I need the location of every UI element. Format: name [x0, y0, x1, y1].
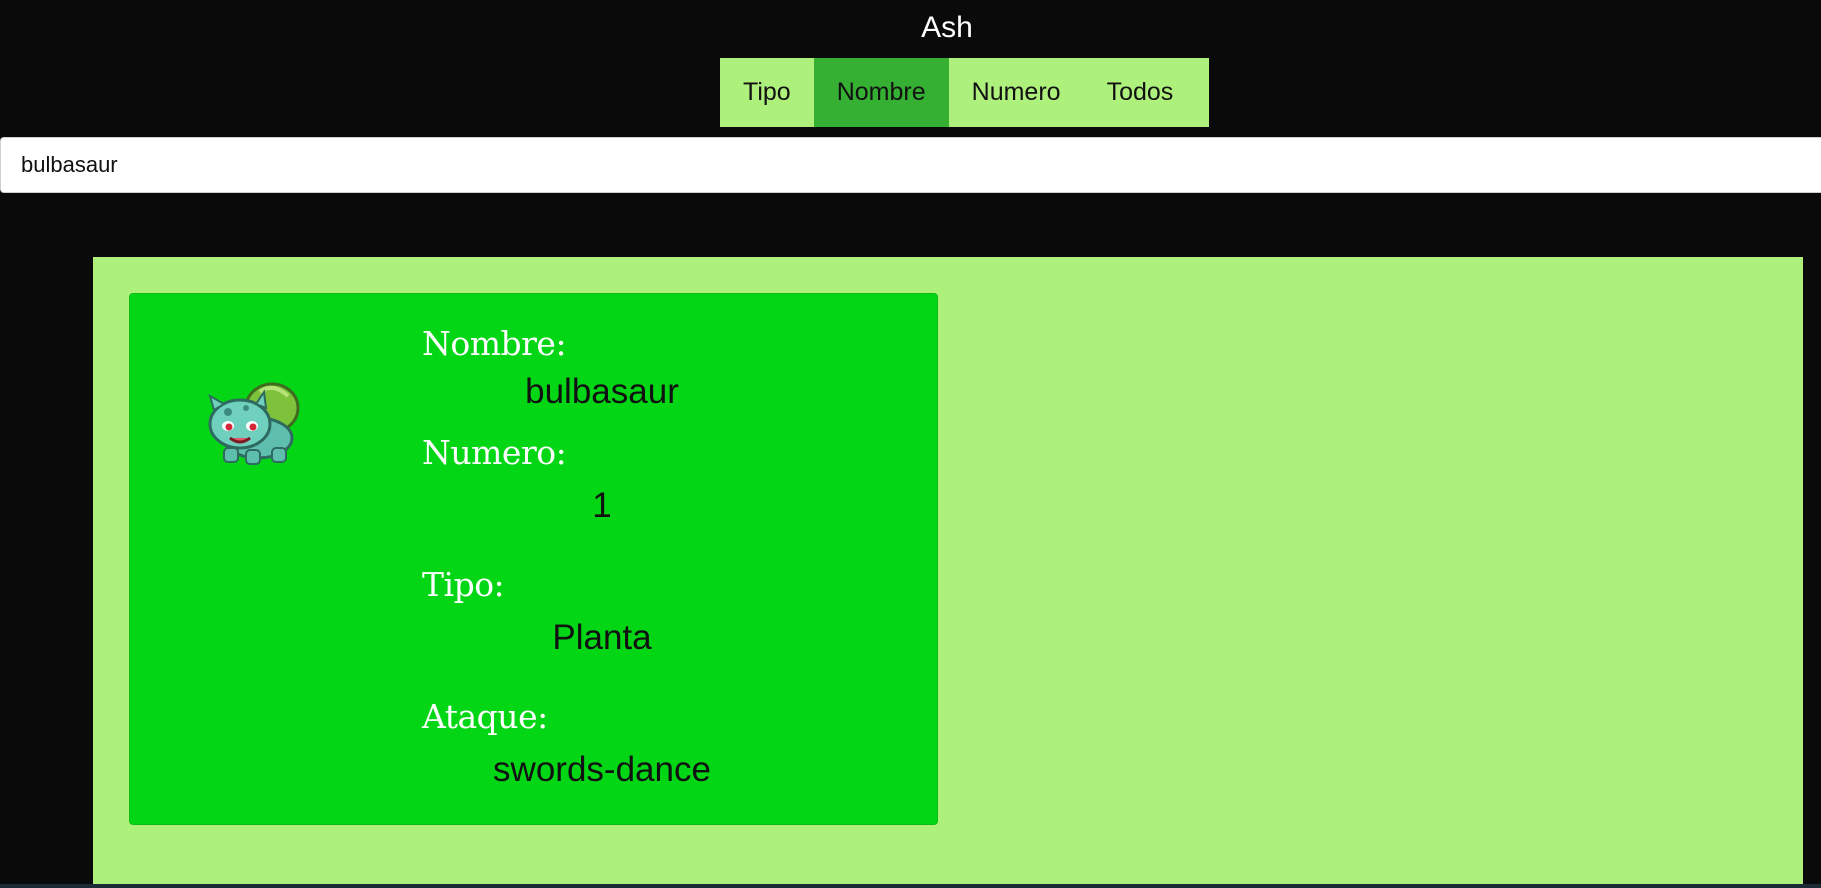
- results-panel: Nombre: bulbasaur Numero: 1 Tipo: Planta…: [93, 257, 1803, 888]
- name-value: bulbasaur: [525, 372, 679, 411]
- pokemon-card: Nombre: bulbasaur Numero: 1 Tipo: Planta…: [129, 293, 938, 825]
- search-input[interactable]: [0, 137, 1821, 193]
- tab-nombre[interactable]: Nombre: [813, 58, 949, 127]
- bottom-edge: [0, 884, 1821, 888]
- number-value: 1: [592, 486, 612, 525]
- bulbasaur-sprite-icon: [208, 382, 300, 465]
- tab-todos[interactable]: Todos: [1084, 58, 1197, 127]
- attack-value: swords-dance: [493, 750, 711, 789]
- attack-label: Ataque:: [422, 697, 548, 736]
- tab-numero[interactable]: Numero: [949, 58, 1084, 127]
- filter-tabs: Tipo Nombre Numero Todos: [720, 58, 1209, 127]
- app-title: Ash: [921, 11, 973, 44]
- type-value: Planta: [552, 618, 652, 657]
- tab-tipo[interactable]: Tipo: [720, 58, 814, 127]
- name-label: Nombre:: [422, 324, 567, 363]
- type-label: Tipo:: [422, 565, 505, 604]
- number-label: Numero:: [422, 433, 567, 472]
